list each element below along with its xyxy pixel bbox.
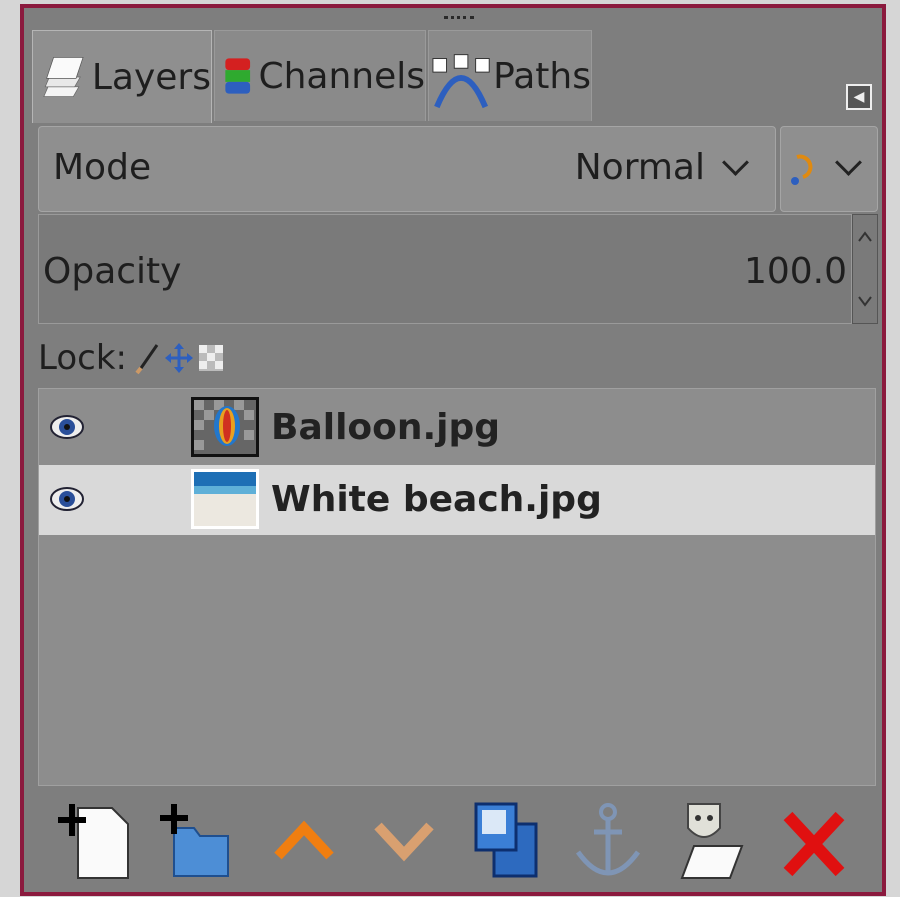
mode-value: Normal — [574, 147, 705, 188]
tab-paths[interactable]: Paths — [428, 30, 592, 121]
layer-thumbnail — [191, 469, 259, 529]
tab-label: Paths — [493, 55, 591, 97]
beach-thumbnail-icon — [194, 472, 256, 526]
layer-row-white-beach[interactable]: White beach.jpg — [39, 465, 875, 535]
balloon-thumbnail-icon — [194, 400, 256, 454]
layers-dock-panel: Layers Channels Paths ◀ Mode Normal Opac… — [20, 4, 886, 896]
triangle-left-icon: ◀ — [853, 89, 865, 105]
composite-mode-icon — [791, 154, 813, 185]
opacity-field[interactable]: Opacity 100.0 — [38, 214, 852, 324]
spinner-arrows-icon — [858, 231, 872, 307]
layers-list[interactable]: Balloon.jpg White beach.jpg — [38, 388, 876, 786]
dock-menu-button[interactable]: ◀ — [846, 84, 872, 110]
opacity-value: 100.0 — [743, 251, 847, 292]
dock-grip-handle[interactable] — [444, 16, 474, 23]
layer-name: Balloon.jpg — [271, 407, 501, 448]
chevron-down-icon — [722, 149, 749, 176]
tab-channels[interactable]: Channels — [214, 30, 426, 121]
opacity-label: Opacity — [43, 251, 182, 292]
anchor-layer-icon[interactable] — [568, 798, 648, 882]
merge-down-icon[interactable] — [670, 798, 750, 882]
layer-name: White beach.jpg — [271, 479, 602, 520]
new-layer-group-icon[interactable] — [158, 798, 238, 882]
tab-label: Layers — [91, 56, 211, 98]
lock-row: Lock: — [38, 334, 229, 382]
mode-select[interactable]: Mode Normal — [38, 126, 776, 212]
lock-alpha-icon[interactable] — [197, 341, 225, 375]
mode-label: Mode — [53, 147, 152, 188]
dock-tabs: Layers Channels Paths ◀ — [32, 30, 882, 126]
eye-visibility-icon[interactable] — [49, 407, 85, 447]
composite-mode-button[interactable] — [780, 126, 878, 212]
paths-icon — [432, 54, 490, 109]
tab-layers[interactable]: Layers — [32, 30, 212, 123]
duplicate-layer-icon[interactable] — [466, 798, 546, 882]
eye-visibility-icon[interactable] — [49, 479, 85, 519]
delete-layer-icon[interactable] — [774, 798, 854, 882]
layer-row-balloon[interactable]: Balloon.jpg — [39, 393, 875, 463]
layer-thumbnail — [191, 397, 259, 457]
new-layer-icon[interactable] — [58, 798, 138, 882]
opacity-spinner[interactable] — [852, 214, 878, 324]
tab-label: Channels — [258, 55, 425, 97]
raise-layer-icon[interactable] — [264, 798, 344, 882]
channels-icon — [225, 58, 251, 94]
layers-toolbar — [38, 790, 874, 886]
lock-position-icon[interactable] — [164, 341, 193, 375]
lock-label: Lock: — [38, 338, 127, 378]
lower-layer-icon[interactable] — [364, 798, 444, 882]
layers-icon — [43, 57, 84, 97]
chevron-down-icon — [835, 149, 862, 176]
lock-pixels-icon[interactable] — [133, 341, 161, 375]
